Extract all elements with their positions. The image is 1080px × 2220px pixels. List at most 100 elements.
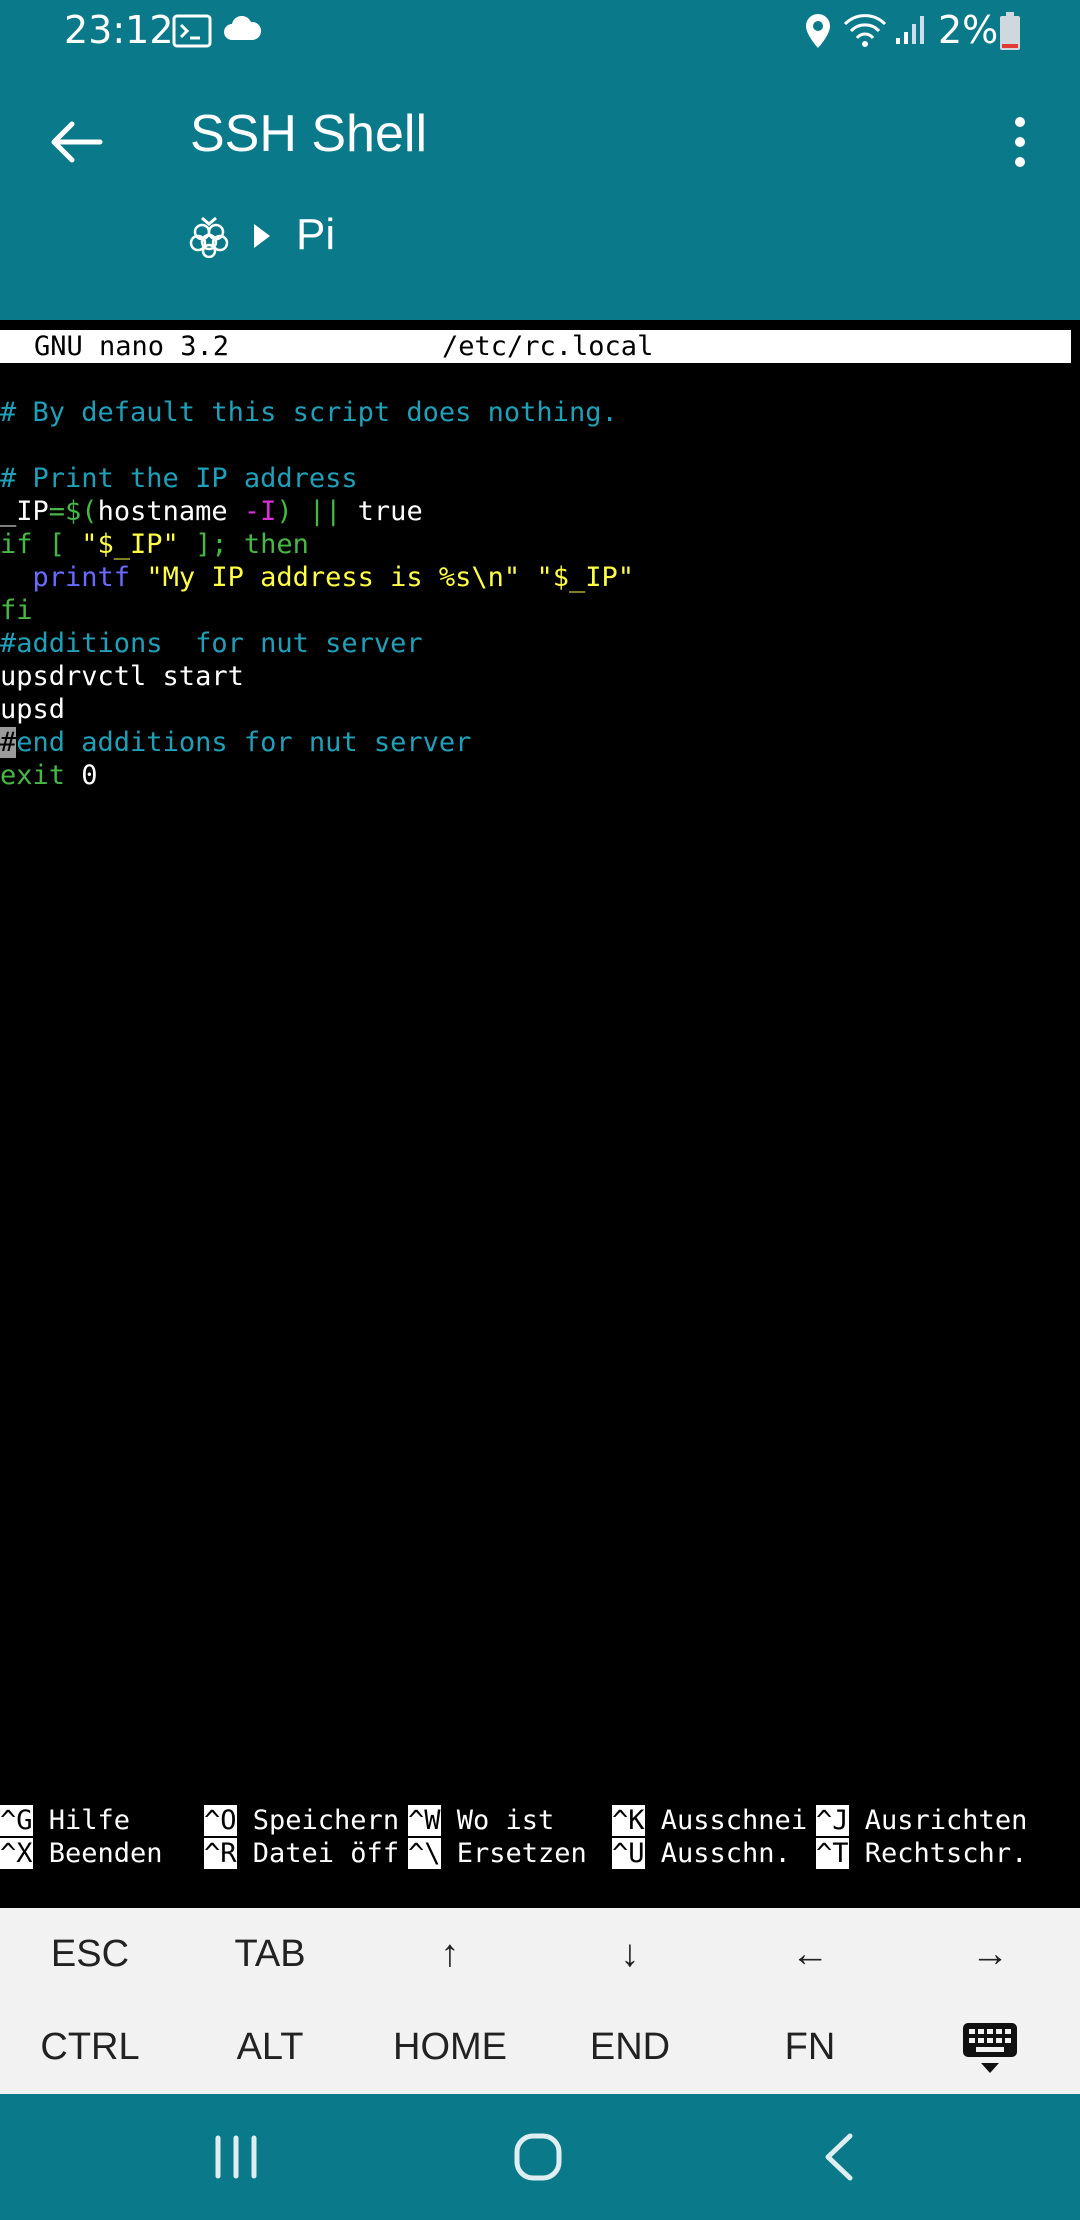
code-line: fi (0, 594, 1080, 627)
battery-icon (1000, 12, 1020, 50)
key-arrow-down[interactable]: ↓ (540, 1908, 720, 2001)
shortcut-key: ^T (816, 1838, 849, 1869)
home-icon[interactable] (498, 2124, 578, 2190)
wifi-icon (843, 14, 887, 47)
key-alt[interactable]: ALT (180, 2001, 360, 2094)
raspberry-icon (189, 216, 229, 258)
nano-shortcut: ^U Ausschn. (612, 1837, 791, 1870)
key-home[interactable]: HOME (360, 2001, 540, 2094)
location-icon (806, 14, 830, 48)
app-bar: SSH Shell Pi (0, 62, 1080, 320)
nano-shortcut: ^O Speichern (204, 1804, 399, 1837)
code-line: #additions for nut server (0, 627, 1080, 660)
code-token: _IP (0, 496, 49, 527)
code-line: _IP=$(hostname -I) || true (0, 495, 1080, 528)
key-arrow-left[interactable]: ← (720, 1908, 900, 2001)
code-token: fi (0, 595, 33, 626)
editor-buffer[interactable]: # By default this script does nothing. # … (0, 363, 1080, 792)
key-tab[interactable]: TAB (180, 1908, 360, 2001)
arrow-back-icon[interactable] (40, 106, 112, 178)
page-title: SSH Shell (190, 105, 427, 163)
code-token: -I (243, 496, 277, 527)
shortcut-label: Ausschnei (644, 1805, 808, 1836)
nano-shortcut: ^W Wo ist (408, 1804, 554, 1837)
terminal-view[interactable]: GNU nano 3.2 /etc/rc.local # By default … (0, 320, 1080, 1908)
shortcut-key: ^\ (408, 1838, 441, 1869)
shortcut-label: Beenden (32, 1838, 163, 1869)
shortcut-key: ^J (816, 1805, 849, 1836)
shortcut-label: Datei öff (236, 1838, 400, 1869)
code-token: true (357, 496, 423, 527)
shortcut-row-2: ^X Beenden ^R Datei öff ^\ Ersetzen ^U Auss… (0, 1837, 1080, 1870)
code-token: exit (0, 760, 66, 791)
status-bar: 23:12 2% (0, 0, 1080, 62)
extra-keys-bar: ESC TAB ↑ ↓ ← → CTRL ALT HOME END FN (0, 1908, 1080, 2094)
code-token: end additions for nut server (16, 727, 472, 758)
code-token: 0 (65, 760, 98, 791)
shortcut-label: Ausrichten (848, 1805, 1028, 1836)
code-line: exit 0 (0, 759, 1080, 792)
nano-shortcut: ^G Hilfe (0, 1804, 130, 1837)
code-token: # By default this script does nothing. (0, 397, 618, 428)
recents-icon[interactable] (196, 2124, 276, 2190)
code-token: hostname (97, 496, 244, 527)
signal-icon (896, 16, 924, 44)
shortcut-row-1: ^G Hilfe ^O Speichern ^W Wo ist ^K Ausschne… (0, 1804, 1080, 1837)
code-line: if [ "$_IP" ]; then (0, 528, 1080, 561)
breadcrumb-host[interactable]: Pi (296, 210, 335, 260)
shortcut-key: ^U (612, 1838, 645, 1869)
key-arrow-right[interactable]: → (900, 1908, 1080, 2001)
code-line: #end additions for nut server (0, 726, 1080, 759)
terminal-icon (172, 14, 212, 48)
nano-shortcut: ^J Ausrichten (816, 1804, 1027, 1837)
system-nav-bar (0, 2094, 1080, 2220)
code-token: "My IP address is %s\n" "$_IP" (130, 562, 634, 593)
key-esc[interactable]: ESC (0, 1908, 180, 2001)
nano-file-path: /etc/rc.local (442, 331, 654, 362)
key-fn[interactable]: FN (720, 2001, 900, 2094)
shortcut-label: Speichern (236, 1805, 400, 1836)
code-line: # Print the IP address (0, 462, 1080, 495)
shortcut-label: Ersetzen (440, 1838, 587, 1869)
status-time: 23:12 (64, 8, 174, 52)
code-line: upsdrvctl start (0, 660, 1080, 693)
shortcut-label: Rechtschr. (848, 1838, 1028, 1869)
shortcut-key: ^W (408, 1805, 441, 1836)
chevron-right-icon (254, 224, 270, 248)
shortcut-label: Wo ist (440, 1805, 555, 1836)
code-token: #additions for nut server (0, 628, 423, 659)
nano-shortcut: ^K Ausschnei (612, 1804, 807, 1837)
nano-version: GNU nano 3.2 (34, 331, 230, 362)
nano-shortcut: ^T Rechtschr. (816, 1837, 1027, 1870)
shortcut-key: ^X (0, 1838, 33, 1869)
code-token: if [ (0, 529, 82, 560)
key-end[interactable]: END (540, 2001, 720, 2094)
keyboard-toggle[interactable] (900, 2001, 1080, 2094)
code-line: upsd (0, 693, 1080, 726)
shortcut-key: ^G (0, 1805, 33, 1836)
code-token: # Print the IP address (0, 463, 358, 494)
shortcut-key: ^R (204, 1838, 237, 1869)
code-token: printf (32, 562, 131, 593)
code-token: "$_IP" (81, 529, 179, 560)
nano-title-bar: GNU nano 3.2 /etc/rc.local (0, 330, 1071, 363)
more-vert-icon[interactable] (990, 106, 1050, 178)
shortcut-key: ^O (204, 1805, 237, 1836)
battery-percent: 2% (938, 8, 999, 52)
code-token: ]; then (178, 529, 309, 560)
code-token: upsdrvctl start (0, 661, 244, 692)
code-token: ) || (276, 496, 358, 527)
shortcut-label: Ausschn. (644, 1838, 791, 1869)
nano-shortcut: ^R Datei öff (204, 1837, 399, 1870)
text-cursor: # (0, 727, 17, 758)
code-token: upsd (0, 694, 66, 725)
key-arrow-up[interactable]: ↑ (360, 1908, 540, 2001)
key-ctrl[interactable]: CTRL (0, 2001, 180, 2094)
shortcut-key: ^K (612, 1805, 645, 1836)
code-token: =$( (48, 496, 98, 527)
back-icon[interactable] (800, 2124, 880, 2190)
cloud-icon (224, 16, 261, 40)
